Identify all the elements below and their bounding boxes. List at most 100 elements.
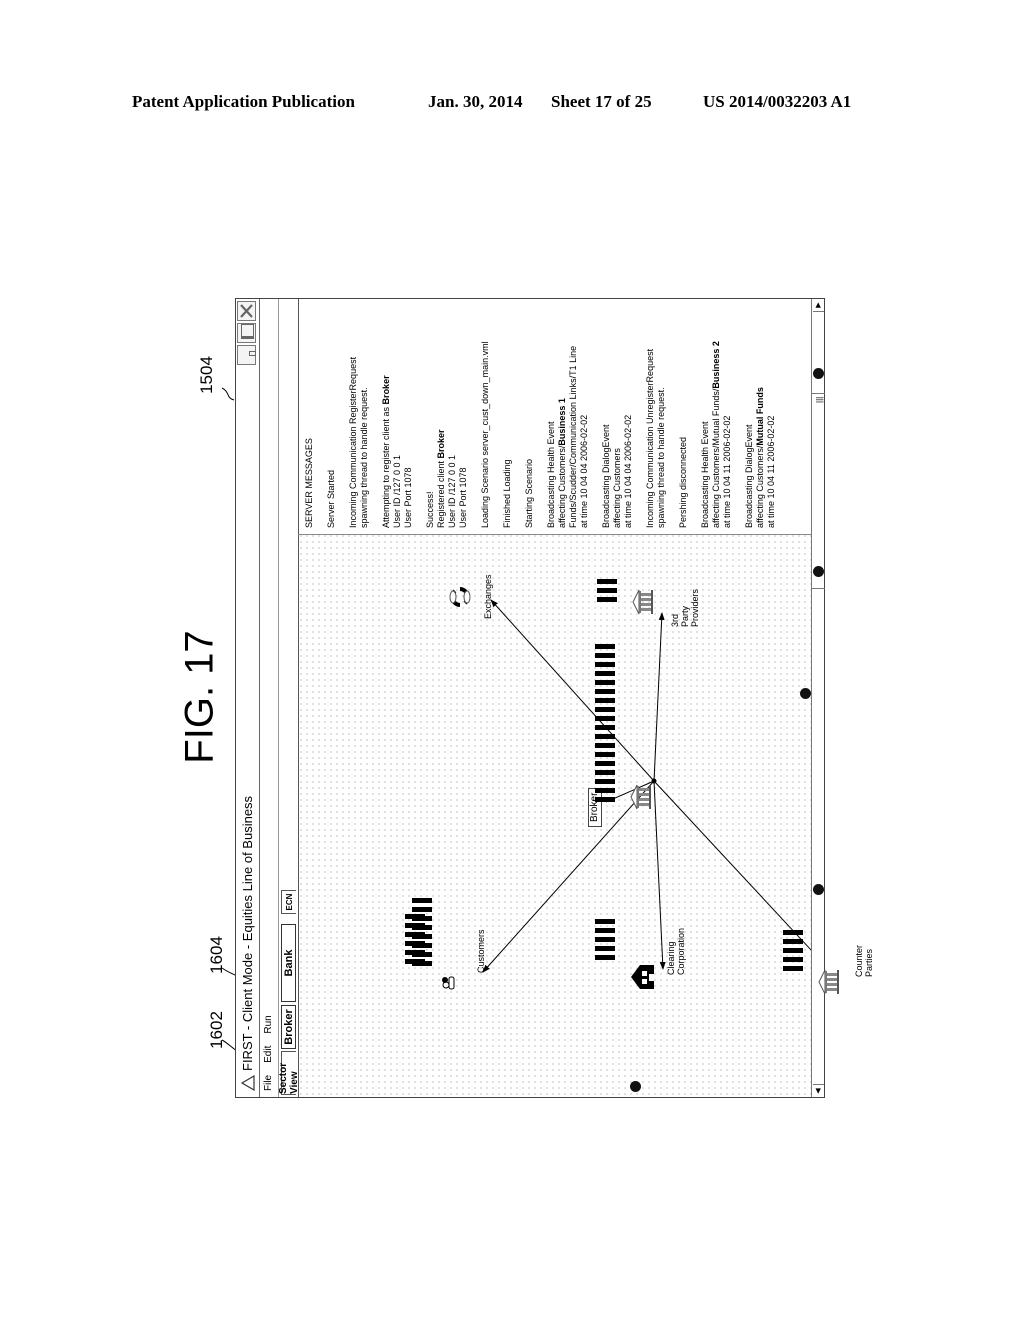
server-message: Finished Loading bbox=[502, 297, 513, 528]
status-bar bbox=[412, 933, 432, 939]
leader-1504 bbox=[221, 387, 235, 401]
tab-sector-view[interactable]: Sector View bbox=[278, 1050, 300, 1095]
server-message-line: User ID /127 0 0 1 bbox=[392, 454, 402, 528]
server-message-line: spawning thread to handle request. bbox=[359, 386, 369, 528]
sector-diagram[interactable]: Customers Clearing Corporation Counter Parti… bbox=[298, 533, 874, 1097]
server-message-line: Starting Scenario bbox=[524, 458, 534, 528]
title-bar[interactable]: FIRST - Client Mode - Equities Line of B… bbox=[236, 298, 260, 1097]
status-bar bbox=[597, 596, 617, 602]
exchange-cycle-icon[interactable] bbox=[447, 584, 478, 610]
status-bar bbox=[595, 733, 615, 739]
window-controls bbox=[237, 300, 256, 365]
server-message-line: Incoming Communication RegisterRequest bbox=[348, 356, 358, 528]
menu-file[interactable]: File bbox=[263, 1074, 274, 1090]
server-message: Server Started bbox=[326, 297, 337, 528]
tab-ecn[interactable]: ECN bbox=[281, 889, 296, 914]
server-message-line: Success! bbox=[425, 490, 435, 528]
scroll-marker-2[interactable] bbox=[813, 565, 824, 577]
status-bar bbox=[412, 942, 432, 948]
server-message-line: Funds/Scudder/Communication Links/T1 Lin… bbox=[568, 345, 578, 528]
server-message-line: at time 10 04 11 2006-02-02 bbox=[766, 415, 776, 528]
server-message-line: affecting Customers/Business 1 bbox=[557, 397, 567, 528]
server-message-line: affecting Customers/Mutual Funds bbox=[755, 386, 765, 528]
server-message-line: Registered client Broker bbox=[436, 428, 446, 528]
server-message: Broadcasting Health Event affecting Custo… bbox=[546, 297, 590, 528]
server-message: Attempting to register client as Broker U… bbox=[381, 297, 414, 528]
building-icon[interactable] bbox=[630, 784, 657, 810]
status-bar bbox=[595, 652, 615, 658]
server-message-line: affecting Customers bbox=[612, 447, 622, 528]
close-icon[interactable] bbox=[237, 300, 256, 321]
tab-bar: Sector View Broker Bank ECN bbox=[278, 298, 300, 1097]
status-bar bbox=[595, 945, 615, 951]
status-bar bbox=[595, 697, 615, 703]
status-bar bbox=[595, 927, 615, 933]
status-bars-clearing bbox=[595, 918, 615, 960]
status-bar bbox=[595, 769, 615, 775]
server-messages-list: Server Started Incoming Communication Reg… bbox=[326, 297, 777, 528]
diagram-scroll-marker-left[interactable] bbox=[630, 1080, 641, 1092]
menu-edit[interactable]: Edit bbox=[263, 1045, 274, 1062]
status-bar bbox=[783, 938, 803, 944]
status-bar bbox=[412, 924, 432, 930]
status-bar bbox=[595, 670, 615, 676]
server-message-line: Server Started bbox=[326, 469, 336, 528]
status-bar bbox=[783, 947, 803, 953]
server-message-line: Broadcasting DialogEvent bbox=[744, 423, 754, 528]
server-message-line: spawning thread to handle request. bbox=[656, 386, 666, 528]
app-triangle-icon bbox=[240, 1074, 255, 1091]
tab-broker[interactable]: Broker bbox=[281, 1004, 296, 1049]
status-bar bbox=[412, 960, 432, 966]
scroll-left-arrow-icon[interactable]: ◀ bbox=[813, 1083, 824, 1097]
server-message-line: User ID /127 0 0 1 bbox=[447, 454, 457, 528]
server-message-line: Broadcasting Health Event bbox=[546, 420, 556, 528]
server-message-line: Pershing disconnected bbox=[678, 436, 688, 528]
scroll-marker-3[interactable] bbox=[813, 883, 824, 895]
status-bar bbox=[412, 897, 432, 903]
status-bars-thirdparty bbox=[597, 578, 617, 602]
server-message-line: affecting Customers/Mutual Funds/Busines… bbox=[711, 340, 721, 528]
server-message: Starting Scenario bbox=[524, 297, 535, 528]
server-message-line: at time 10 04 11 2006-02-02 bbox=[722, 415, 732, 528]
menu-run[interactable]: Run bbox=[263, 1015, 274, 1033]
horizontal-scrollbar[interactable]: ◀ ||| ▶ bbox=[811, 298, 825, 1097]
status-bar bbox=[412, 915, 432, 921]
app-window: FIRST - Client Mode - Equities Line of B… bbox=[235, 297, 874, 1098]
server-message: Broadcasting Health Event affecting Custo… bbox=[700, 297, 733, 528]
status-bar bbox=[595, 688, 615, 694]
status-bar bbox=[783, 956, 803, 962]
status-bar bbox=[412, 906, 432, 912]
tab-bank[interactable]: Bank bbox=[281, 923, 296, 1002]
status-bar bbox=[595, 954, 615, 960]
house-icon[interactable] bbox=[630, 964, 661, 990]
server-message-line: User Port 1078 bbox=[458, 466, 468, 528]
minimize-icon[interactable] bbox=[237, 344, 256, 365]
server-message: Broadcasting DialogEvent affecting Custom… bbox=[601, 297, 634, 528]
diagram-scroll-marker-bottom[interactable] bbox=[800, 687, 811, 699]
status-bar bbox=[595, 760, 615, 766]
status-bar bbox=[783, 929, 803, 935]
people-icon[interactable] bbox=[440, 974, 461, 990]
scroll-grip-icon[interactable]: ||| bbox=[815, 396, 824, 402]
status-bar bbox=[595, 661, 615, 667]
server-message: Pershing disconnected bbox=[678, 297, 689, 528]
status-bar bbox=[595, 715, 615, 721]
status-bar bbox=[597, 578, 617, 584]
status-bar bbox=[595, 787, 615, 793]
status-bar bbox=[597, 587, 617, 593]
status-bar bbox=[595, 706, 615, 712]
server-message: Incoming Communication RegisterRequest sp… bbox=[348, 297, 370, 528]
server-message: Broadcasting DialogEvent affecting Custom… bbox=[744, 297, 777, 528]
server-messages-title: SERVER MESSAGES bbox=[304, 437, 314, 528]
server-message-line: Broadcasting DialogEvent bbox=[601, 423, 611, 528]
status-bar bbox=[783, 965, 803, 971]
server-message: Success! Registered client Broker User ID … bbox=[425, 297, 469, 528]
maximize-icon[interactable] bbox=[237, 322, 256, 343]
status-bars-exchanges bbox=[412, 897, 432, 966]
scroll-right-arrow-icon[interactable]: ▶ bbox=[813, 298, 824, 312]
scroll-marker-1[interactable] bbox=[813, 367, 824, 379]
server-message: Incoming Communication UnregisterRequest… bbox=[645, 297, 667, 528]
status-bar bbox=[412, 951, 432, 957]
status-bar bbox=[595, 796, 615, 802]
building-icon[interactable] bbox=[632, 589, 659, 615]
